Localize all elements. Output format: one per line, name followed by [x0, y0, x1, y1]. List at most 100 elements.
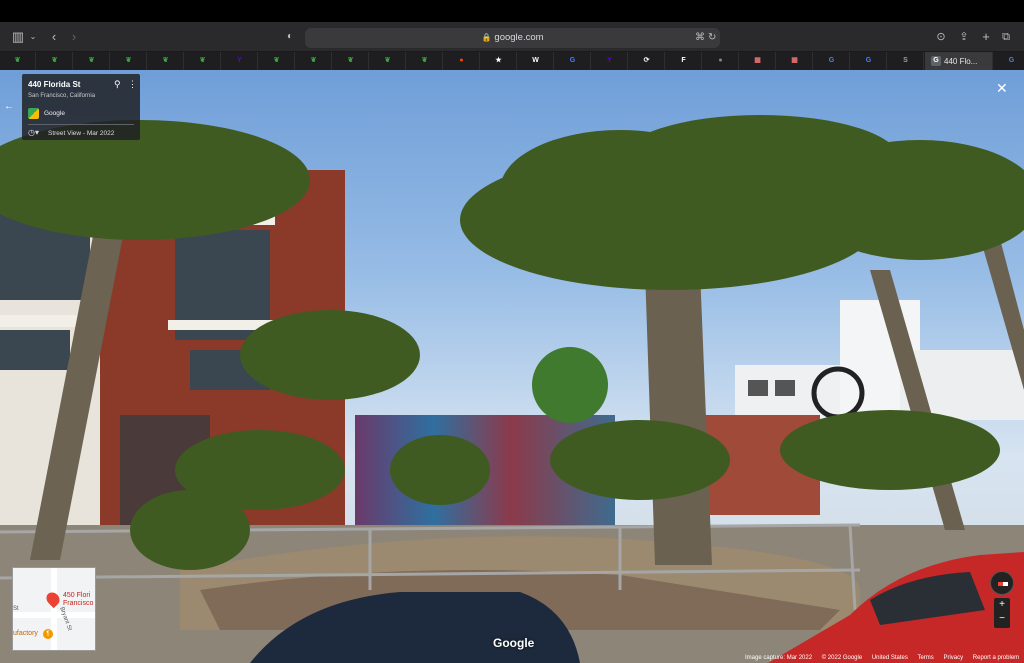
minimap-street-label: St — [13, 606, 19, 612]
leaf-icon: ❦ — [384, 57, 391, 64]
leaf-icon: ❦ — [421, 57, 428, 64]
minimap-place-label: 450 Flori Francisco — [63, 592, 94, 607]
browser-tab[interactable]: ❦ — [185, 52, 221, 70]
f-icon: F — [681, 57, 686, 64]
location-pin-icon[interactable]: ⚲ — [114, 79, 121, 90]
s-icon: S — [903, 57, 908, 64]
shield-icon[interactable]: ◐ — [284, 28, 296, 46]
place-address[interactable]: 440 Florida St — [28, 80, 80, 89]
footer-terms-link[interactable]: Terms — [917, 655, 933, 661]
url-text: google.com — [494, 32, 544, 43]
leaf-icon: ❦ — [199, 57, 206, 64]
forward-button[interactable]: › — [68, 28, 80, 46]
zoom-out-button[interactable]: − — [994, 612, 1010, 626]
new-tab-button[interactable]: + — [979, 28, 993, 46]
browser-tab[interactable]: ❦ — [37, 52, 73, 70]
footer-country[interactable]: United States — [872, 655, 908, 661]
tab-overview-icon[interactable]: ⧉ — [999, 28, 1013, 46]
leaf-icon: ❦ — [125, 57, 132, 64]
browser-tab[interactable]: ● — [444, 52, 480, 70]
browser-tab[interactable]: Y — [222, 52, 258, 70]
browser-tab[interactable]: ❦ — [0, 52, 36, 70]
map-footer: Image capture: Mar 2022 © 2022 Google Un… — [745, 655, 1024, 663]
browser-tab[interactable]: ❦ — [370, 52, 406, 70]
browser-tab[interactable]: ❦ — [74, 52, 110, 70]
download-icon[interactable]: ⊙ — [934, 28, 948, 46]
chevron-down-icon[interactable]: ⌄ — [28, 28, 38, 46]
browser-tab[interactable]: ⟳ — [629, 52, 665, 70]
zoom-in-button[interactable]: + — [994, 598, 1010, 612]
sidebar-icon[interactable]: ▥ — [10, 28, 26, 46]
footer-copyright: © 2022 Google — [821, 655, 863, 661]
browser-tab[interactable]: ★ — [481, 52, 517, 70]
browser-tab[interactable]: ▦ — [740, 52, 776, 70]
browser-tab[interactable]: ❦ — [407, 52, 443, 70]
browser-tab[interactable]: S — [888, 52, 924, 70]
minimap-business-label: ufactory — [13, 630, 38, 637]
active-tab-label: 440 Flo... — [944, 56, 978, 66]
back-arrow-icon[interactable]: ← — [4, 101, 14, 112]
active-tab[interactable]: G 440 Flo... — [925, 52, 993, 70]
browser-tab[interactable]: G — [994, 52, 1024, 70]
browser-tab[interactable]: G — [555, 52, 591, 70]
browser-tab[interactable]: G — [814, 52, 850, 70]
star-icon: ★ — [495, 57, 502, 64]
place-city: San Francisco, California — [28, 93, 96, 99]
address-bar[interactable]: 🔒 google.com ⌘ ↻ — [305, 28, 720, 48]
restaurant-icon: ¶ — [43, 629, 53, 639]
minimap[interactable]: 450 Flori Francisco St Bryant St ufactor… — [12, 567, 96, 651]
browser-tab[interactable]: ● — [703, 52, 739, 70]
location-info-panel: 440 Florida St San Francisco, California… — [22, 74, 140, 140]
leaf-icon: ❦ — [162, 57, 169, 64]
google-icon: G — [828, 57, 835, 64]
zoom-controls: + − — [994, 598, 1010, 628]
street-scene-image — [0, 115, 1024, 663]
translate-icon[interactable]: ⌘ — [695, 28, 705, 48]
back-button[interactable]: ‹ — [48, 28, 60, 46]
compass-button[interactable] — [990, 571, 1014, 595]
close-icon[interactable]: ✕ — [996, 80, 1008, 97]
browser-tab[interactable]: ❦ — [259, 52, 295, 70]
grid-icon: ▦ — [791, 57, 798, 64]
browser-tab[interactable]: F — [666, 52, 702, 70]
lock-icon: 🔒 — [481, 33, 492, 42]
dot-icon: ● — [718, 57, 723, 64]
leaf-icon: ❦ — [88, 57, 95, 64]
street-view-panorama[interactable] — [0, 70, 1024, 663]
capture-date-label[interactable]: Street View - Mar 2022 — [48, 130, 114, 137]
compass-needle-icon — [998, 582, 1008, 586]
browser-tab[interactable]: ❦ — [148, 52, 184, 70]
menu-bar-strip — [0, 0, 1024, 22]
divider — [28, 124, 134, 125]
google-maps-logo — [28, 108, 39, 119]
provider-label: Google — [44, 110, 65, 117]
browser-tab[interactable]: ❦ — [296, 52, 332, 70]
leaf-icon: ❦ — [14, 57, 21, 64]
google-icon: G — [865, 57, 872, 64]
share-icon[interactable]: ⇪ — [957, 28, 971, 46]
reload-icon[interactable]: ↻ — [708, 28, 716, 48]
footer-report-link[interactable]: Report a problem — [973, 655, 1019, 661]
browser-toolbar: ▥ ⌄ ‹ › ◐ 🔒 google.com ⌘ ↻ ⊙ ⇪ + ⧉ — [0, 22, 1024, 52]
browser-tab[interactable]: Y — [592, 52, 628, 70]
browser-tab[interactable]: W — [518, 52, 554, 70]
leaf-icon: ❦ — [273, 57, 280, 64]
yahoo-icon: Y — [607, 57, 612, 64]
tab-bar: ❦ ❦ ❦ ❦ ❦ ❦ Y ❦ ❦ ❦ ❦ ❦ ● ★ W G Y ⟳ F ● ▦ ▦ G G S G 440 Flo... G — [0, 52, 1024, 70]
page-icon: G — [931, 56, 941, 66]
browser-tab[interactable]: ❦ — [333, 52, 369, 70]
leaf-icon: ❦ — [51, 57, 58, 64]
browser-tab[interactable]: ▦ — [777, 52, 813, 70]
more-options-icon[interactable]: ⋮ — [128, 79, 137, 90]
footer-privacy-link[interactable]: Privacy — [943, 655, 963, 661]
wikipedia-icon: W — [532, 57, 539, 64]
google-icon: G — [1008, 57, 1015, 64]
clock-icon[interactable]: ◷▾ — [28, 128, 39, 137]
browser-tab[interactable]: G — [851, 52, 887, 70]
google-icon: G — [569, 57, 576, 64]
footer-capture: Image capture: Mar 2022 — [745, 655, 813, 661]
yahoo-icon: Y — [237, 57, 242, 64]
leaf-icon: ❦ — [310, 57, 317, 64]
leaf-icon: ❦ — [347, 57, 354, 64]
browser-tab[interactable]: ❦ — [111, 52, 147, 70]
